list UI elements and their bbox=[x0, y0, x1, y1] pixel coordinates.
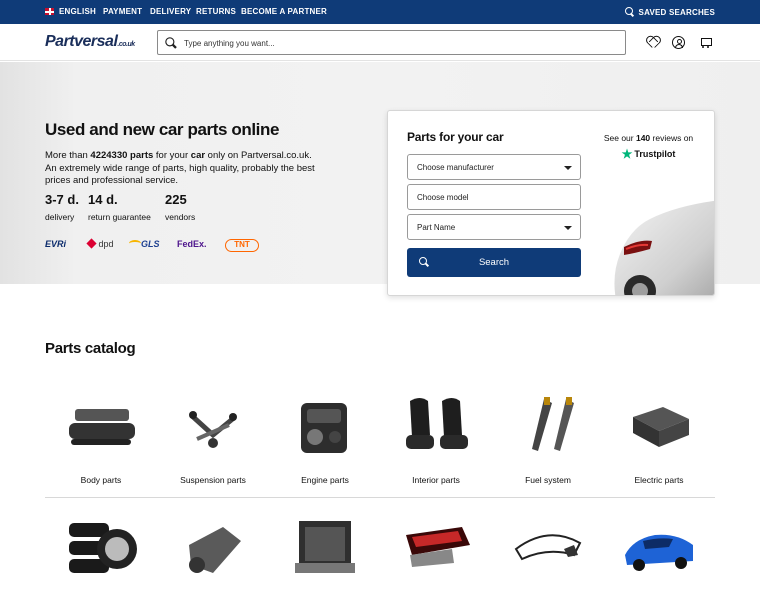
chevron-down-icon bbox=[564, 226, 572, 230]
category-car-body[interactable] bbox=[603, 515, 715, 583]
nav-returns[interactable]: RETURNS bbox=[196, 7, 236, 16]
dpd-cube-icon bbox=[86, 238, 97, 249]
header: Partversal.co.uk bbox=[0, 24, 760, 61]
catalog-title: Parts catalog bbox=[45, 340, 136, 357]
category-interior-parts[interactable]: Interior parts bbox=[380, 395, 492, 485]
search-bar[interactable] bbox=[157, 30, 626, 55]
car-rear-image bbox=[614, 200, 714, 295]
search-icon bbox=[624, 7, 635, 17]
search-input[interactable] bbox=[184, 35, 614, 51]
finder-title: Parts for your car bbox=[407, 130, 504, 144]
engine-parts-icon bbox=[285, 395, 365, 463]
saved-searches-link[interactable]: SAVED SEARCHES bbox=[624, 7, 715, 17]
tnt-logo: TNT bbox=[225, 239, 259, 252]
stat-vendors: 225 vendors bbox=[165, 192, 196, 222]
radiator-icon bbox=[285, 515, 365, 583]
category-electric-parts[interactable]: Electric parts bbox=[603, 395, 715, 485]
nav-payment[interactable]: PAYMENT bbox=[103, 7, 142, 16]
search-icon bbox=[419, 257, 429, 267]
category-radiator[interactable] bbox=[269, 515, 381, 583]
language-selector[interactable]: ENGLISH bbox=[59, 7, 96, 16]
category-body-parts[interactable]: Body parts bbox=[45, 395, 157, 485]
uk-flag-icon[interactable] bbox=[45, 8, 54, 15]
gearbox-icon bbox=[173, 515, 253, 583]
suspension-parts-icon bbox=[173, 395, 253, 463]
top-bar: ENGLISH PAYMENT DELIVERY RETURNS BECOME … bbox=[0, 0, 760, 24]
category-lights[interactable] bbox=[380, 515, 492, 583]
gls-logo: GLS bbox=[129, 239, 160, 249]
category-suspension-parts[interactable]: Suspension parts bbox=[157, 395, 269, 485]
parts-finder-card: Parts for your car Choose manufacturer C… bbox=[387, 110, 715, 296]
tyres-icon bbox=[61, 515, 141, 583]
hero-title: Used and new car parts online bbox=[45, 120, 280, 139]
account-icon[interactable] bbox=[672, 36, 685, 49]
fuel-system-icon bbox=[508, 395, 588, 463]
stat-return-guarantee: 14 d. return guarantee bbox=[88, 192, 151, 222]
logo-text: Partversal bbox=[45, 33, 118, 50]
body-parts-icon bbox=[61, 395, 141, 463]
interior-parts-icon bbox=[396, 395, 476, 463]
logo-suffix: .co.uk bbox=[117, 41, 135, 48]
site-logo[interactable]: Partversal.co.uk bbox=[45, 33, 135, 51]
heart-icon[interactable] bbox=[646, 36, 659, 49]
dpd-logo: dpd bbox=[86, 238, 114, 249]
chevron-down-icon bbox=[564, 166, 572, 170]
category-gearbox[interactable] bbox=[157, 515, 269, 583]
nav-delivery[interactable]: DELIVERY bbox=[150, 7, 191, 16]
reviews-text: See our 140 reviews on bbox=[603, 133, 694, 143]
nav-become-partner[interactable]: BECOME A PARTNER bbox=[241, 7, 327, 16]
cart-icon[interactable] bbox=[699, 36, 712, 49]
windshield-icon bbox=[508, 515, 588, 583]
electric-parts-icon bbox=[619, 395, 699, 463]
catalog-divider bbox=[45, 497, 715, 498]
search-icon[interactable] bbox=[165, 37, 177, 49]
manufacturer-select[interactable]: Choose manufacturer bbox=[407, 154, 581, 180]
trustpilot-logo: ★ Trustpilot bbox=[621, 147, 676, 161]
evri-logo: EVRi bbox=[45, 239, 67, 249]
category-fuel-system[interactable]: Fuel system bbox=[492, 395, 604, 485]
category-tyres[interactable] bbox=[45, 515, 157, 583]
tail-light-icon bbox=[396, 515, 476, 583]
trustpilot-reviews[interactable]: See our 140 reviews on ★ Trustpilot bbox=[596, 133, 701, 161]
fedex-logo: FedEx. bbox=[177, 239, 207, 249]
category-engine-parts[interactable]: Engine parts bbox=[269, 395, 381, 485]
car-body-icon bbox=[619, 515, 699, 583]
hero-description: More than 4224330 parts for your car onl… bbox=[45, 150, 315, 186]
search-button[interactable]: Search bbox=[407, 248, 581, 277]
stat-delivery: 3-7 d. delivery bbox=[45, 192, 79, 222]
saved-searches-label: SAVED SEARCHES bbox=[638, 7, 715, 17]
category-windows[interactable] bbox=[492, 515, 604, 583]
model-select[interactable]: Choose model bbox=[407, 184, 581, 210]
part-name-select[interactable]: Part Name bbox=[407, 214, 581, 240]
gls-swoosh-icon bbox=[129, 240, 141, 247]
trustpilot-star-icon: ★ bbox=[621, 147, 633, 161]
